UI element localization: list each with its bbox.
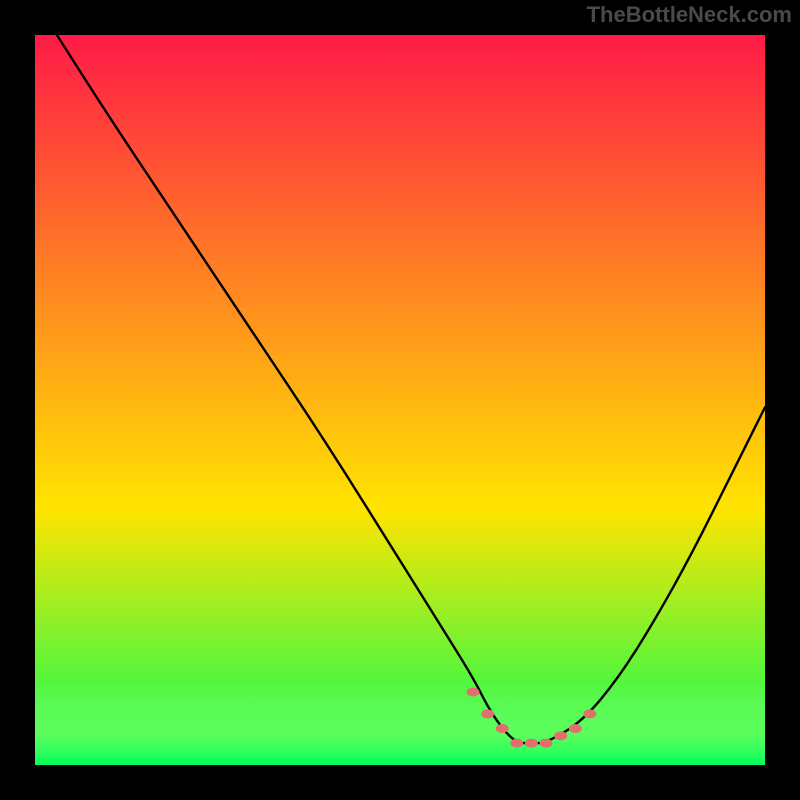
optimal-dot	[510, 739, 523, 748]
bottleneck-chart	[35, 35, 765, 765]
gradient-background	[35, 35, 765, 765]
plot-area	[35, 35, 765, 765]
optimal-dot	[583, 709, 596, 718]
optimal-dot	[467, 688, 480, 697]
optimal-dot	[525, 739, 538, 748]
chart-frame: TheBottleNeck.com	[0, 0, 800, 800]
optimal-dot	[569, 724, 582, 733]
watermark-text: TheBottleNeck.com	[587, 2, 792, 28]
optimal-dot	[496, 724, 509, 733]
optimal-dot	[554, 731, 567, 740]
optimal-dot	[481, 709, 494, 718]
green-bottom-band	[35, 681, 765, 765]
optimal-dot	[540, 739, 553, 748]
